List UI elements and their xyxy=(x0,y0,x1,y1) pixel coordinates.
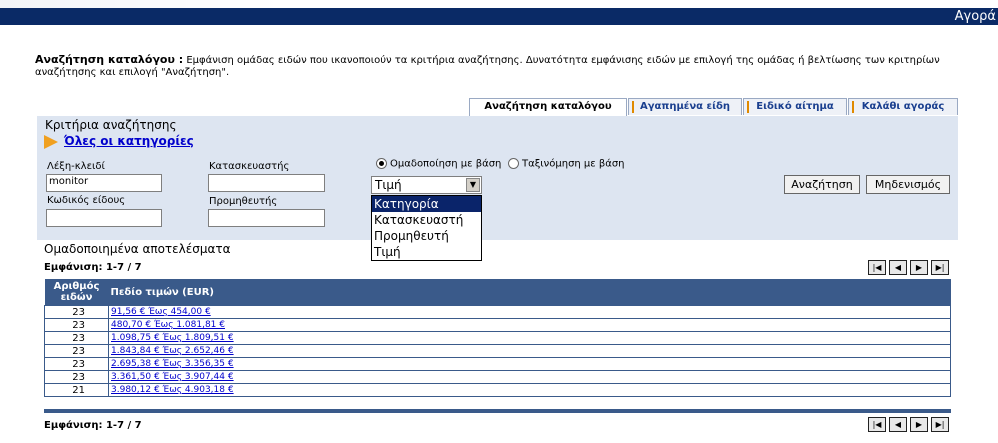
page-description: Αναζήτηση καταλόγου : Εμφάνιση ομάδας ει… xyxy=(35,54,965,79)
all-categories-link[interactable]: Όλες οι κατηγορίες xyxy=(64,134,194,148)
all-categories-row: Όλες οι κατηγορίες xyxy=(44,134,194,149)
price-range-link[interactable]: 1.098,75 € Έως 1.809,51 € xyxy=(111,333,234,343)
table-row: 23 2.695,38 € Έως 3.356,35 € xyxy=(44,357,951,371)
price-range-link[interactable]: 91,56 € Έως 454,00 € xyxy=(111,307,211,317)
price-range-cell: 3.980,12 € Έως 4.903,18 € xyxy=(108,383,951,397)
table-row: 23 1.098,75 € Έως 1.809,51 € xyxy=(44,331,951,345)
pagination-top: |◀ ◀ ▶ ▶| xyxy=(868,260,950,275)
column-header-count-line2: ειδών xyxy=(60,292,93,303)
tab-label: Αναζήτηση καταλόγου xyxy=(484,101,612,112)
column-header-price-range: Πεδίο τιμών (EUR) xyxy=(108,279,951,306)
reset-button[interactable]: Μηδενισμός xyxy=(866,175,950,194)
table-row: 21 3.980,12 € Έως 4.903,18 € xyxy=(44,383,951,397)
price-range-cell: 3.361,50 € Έως 3.907,44 € xyxy=(108,370,951,384)
group-by-dropdown-list: Κατηγορία Κατασκευαστή Προμηθευτή Τιμή xyxy=(371,195,482,261)
sort-by-radio[interactable]: Ταξινόμηση με βάση xyxy=(508,158,625,170)
column-header-count: Αριθμός ειδών xyxy=(44,279,109,306)
app-title: Αγορά xyxy=(954,9,996,24)
pagination-bottom: |◀ ◀ ▶ ▶| xyxy=(868,417,950,432)
item-count: 23 xyxy=(44,331,109,345)
price-range-cell: 91,56 € Έως 454,00 € xyxy=(108,305,951,319)
table-row: 23 3.361,50 € Έως 3.907,44 € xyxy=(44,370,951,384)
next-page-icon[interactable]: ▶ xyxy=(910,260,928,275)
price-range-cell: 2.695,38 € Έως 3.356,35 € xyxy=(108,357,951,371)
group-by-radio[interactable]: Ομαδοποίηση με βάση xyxy=(376,158,501,170)
item-count: 23 xyxy=(44,305,109,319)
first-page-icon[interactable]: |◀ xyxy=(868,260,886,275)
item-count: 23 xyxy=(44,370,109,384)
price-range-link[interactable]: 1.843,84 € Έως 2.652,46 € xyxy=(111,346,234,356)
tab-marker-icon xyxy=(852,101,854,113)
tab-shopping-cart[interactable]: Καλάθι αγοράς xyxy=(848,98,958,115)
item-code-input[interactable] xyxy=(46,209,162,227)
table-row: 23 91,56 € Έως 454,00 € xyxy=(44,305,951,319)
group-by-select[interactable]: Τιμή ▼ xyxy=(371,176,482,194)
results-count-top: Εμφάνιση: 1-7 / 7 xyxy=(44,262,142,273)
select-value: Τιμή xyxy=(375,178,402,192)
keyword-input[interactable]: monitor xyxy=(46,174,162,192)
tab-marker-icon xyxy=(632,101,634,113)
results-table: Αριθμός ειδών Πεδίο τιμών (EUR) 23 91,56 €… xyxy=(44,279,951,397)
title-bar: Αγορά xyxy=(0,8,998,25)
column-header-count-line1: Αριθμός xyxy=(53,281,100,292)
chevron-down-icon[interactable]: ▼ xyxy=(466,178,480,192)
prev-page-icon[interactable]: ◀ xyxy=(889,260,907,275)
dropdown-option-category[interactable]: Κατηγορία xyxy=(372,196,481,212)
table-row: 23 1.843,84 € Έως 2.652,46 € xyxy=(44,344,951,358)
sort-by-label: Ταξινόμηση με βάση xyxy=(522,158,625,170)
price-range-cell: 480,70 € Έως 1.081,81 € xyxy=(108,318,951,332)
next-page-icon[interactable]: ▶ xyxy=(910,417,928,432)
supplier-input[interactable] xyxy=(208,209,325,227)
results-count-bottom: Εμφάνιση: 1-7 / 7 xyxy=(44,420,142,431)
radio-selected-icon xyxy=(376,158,387,169)
group-by-label: Ομαδοποίηση με βάση xyxy=(390,158,502,170)
price-range-link[interactable]: 3.980,12 € Έως 4.903,18 € xyxy=(111,385,234,395)
tab-label: Καλάθι αγοράς xyxy=(861,101,945,112)
supplier-label: Προμηθευτής xyxy=(209,196,278,207)
manufacturer-label: Κατασκευαστής xyxy=(209,161,290,172)
grouped-results-heading: Ομαδοποιημένα αποτελέσματα xyxy=(44,242,231,256)
item-count: 23 xyxy=(44,344,109,358)
top-strip xyxy=(0,0,998,8)
price-range-cell: 1.843,84 € Έως 2.652,46 € xyxy=(108,344,951,358)
criteria-heading: Κριτήρια αναζήτησης xyxy=(45,118,177,132)
tab-label: Αγαπημένα είδη xyxy=(640,101,730,112)
prev-page-icon[interactable]: ◀ xyxy=(889,417,907,432)
item-count: 23 xyxy=(44,318,109,332)
tab-marker-icon xyxy=(747,101,749,113)
last-page-icon[interactable]: ▶| xyxy=(931,417,949,432)
first-page-icon[interactable]: |◀ xyxy=(868,417,886,432)
last-page-icon[interactable]: ▶| xyxy=(931,260,949,275)
table-row: 23 480,70 € Έως 1.081,81 € xyxy=(44,318,951,332)
price-range-link[interactable]: 2.695,38 € Έως 3.356,35 € xyxy=(111,359,234,369)
tab-label: Ειδικό αίτημα xyxy=(756,101,834,112)
keyword-label: Λέξη-κλειδί xyxy=(47,161,105,172)
item-code-label: Κωδικός είδους xyxy=(47,195,126,206)
dropdown-option-supplier[interactable]: Προμηθευτή xyxy=(372,228,481,244)
tab-catalog-search[interactable]: Αναζήτηση καταλόγου xyxy=(469,98,627,117)
table-header-row: Αριθμός ειδών Πεδίο τιμών (EUR) xyxy=(44,279,951,306)
item-count: 23 xyxy=(44,357,109,371)
price-range-link[interactable]: 480,70 € Έως 1.081,81 € xyxy=(111,320,225,330)
search-button[interactable]: Αναζήτηση xyxy=(784,175,860,194)
item-count: 21 xyxy=(44,383,109,397)
tab-special-request[interactable]: Ειδικό αίτημα xyxy=(743,98,847,115)
tab-favorites[interactable]: Αγαπημένα είδη xyxy=(628,98,742,115)
manufacturer-input[interactable] xyxy=(208,174,325,192)
dropdown-option-price[interactable]: Τιμή xyxy=(372,244,481,260)
arrow-right-icon xyxy=(44,135,58,149)
logo-graphic xyxy=(0,0,280,8)
dropdown-option-manufacturer[interactable]: Κατασκευαστή xyxy=(372,212,481,228)
radio-empty-icon xyxy=(508,158,519,169)
description-title: Αναζήτηση καταλόγου : xyxy=(35,53,184,66)
price-range-cell: 1.098,75 € Έως 1.809,51 € xyxy=(108,331,951,345)
price-range-link[interactable]: 3.361,50 € Έως 3.907,44 € xyxy=(111,372,234,382)
table-footer-bar xyxy=(44,409,951,413)
